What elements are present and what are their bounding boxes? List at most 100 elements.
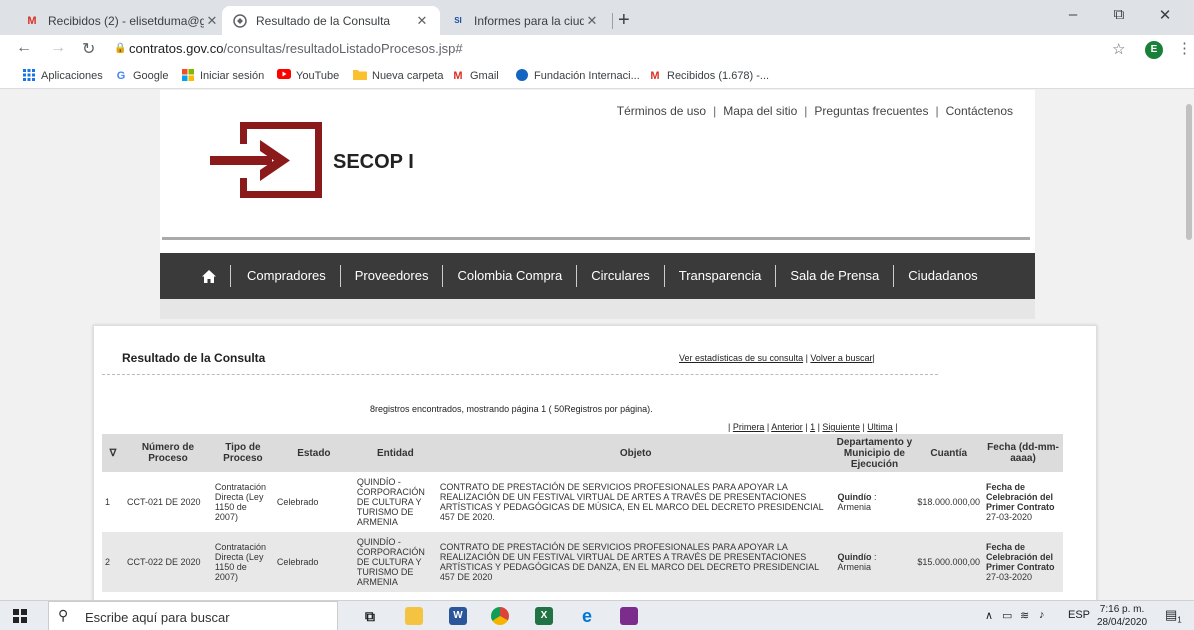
page-last[interactable]: Ultima: [867, 422, 893, 432]
nav-proveedores[interactable]: Proveedores: [355, 265, 444, 287]
tab-separator: [612, 13, 613, 29]
cell-numero[interactable]: CCT-021 DE 2020: [123, 472, 212, 532]
cell-estado: Celebrado: [273, 472, 354, 532]
close-window-button[interactable]: ✕: [1142, 6, 1188, 24]
minimize-button[interactable]: –: [1050, 6, 1096, 23]
tab-informes[interactable]: SI Informes para la ciudadanía ✕: [440, 6, 610, 35]
col-entidad[interactable]: Entidad: [353, 434, 437, 472]
nav-ciudadanos[interactable]: Ciudadanos: [908, 265, 991, 287]
clock-time: 7:16 p. m.: [1099, 604, 1145, 615]
nav-transparencia[interactable]: Transparencia: [679, 265, 777, 287]
tray-chevron-icon[interactable]: ∧: [985, 609, 993, 622]
task-view-icon[interactable]: ⧉: [361, 607, 379, 625]
wifi-icon[interactable]: ≋: [1020, 609, 1029, 622]
start-windows-icon[interactable]: [13, 609, 27, 623]
cell-departamento: Quindío : Armenia: [834, 532, 915, 592]
menu-kebab-icon[interactable]: ⋮: [1177, 39, 1192, 57]
bookmark-iniciar-sesion[interactable]: Iniciar sesión: [181, 69, 264, 83]
back-to-search-link[interactable]: Volver a buscar: [810, 353, 872, 363]
bookmark-fundacion[interactable]: Fundación Internaci...: [515, 69, 640, 83]
lock-icon[interactable]: 🔒: [114, 43, 126, 54]
close-tab-icon[interactable]: ✕: [204, 13, 220, 29]
notification-count: 1: [1177, 615, 1182, 625]
table-row[interactable]: 1 CCT-021 DE 2020 Contratación Directa (…: [102, 472, 1063, 532]
cell-depto: Quindío: [837, 492, 872, 502]
apps-grid-icon: [22, 69, 36, 83]
secop-logo-icon[interactable]: [210, 120, 330, 205]
clock-date: 28/04/2020: [1097, 617, 1148, 628]
nav-colombia-compra[interactable]: Colombia Compra: [457, 265, 578, 287]
col-objeto[interactable]: Objeto: [436, 434, 835, 472]
col-fecha[interactable]: Fecha (dd-mm-aaaa): [982, 434, 1063, 472]
col-estado[interactable]: Estado: [273, 434, 354, 472]
gmail-icon: M: [650, 70, 660, 82]
bookmark-gmail[interactable]: M Gmail: [451, 69, 498, 83]
address-bar[interactable]: contratos.gov.co/consultas/resultadoList…: [129, 41, 463, 56]
language-indicator[interactable]: ESP: [1068, 609, 1090, 621]
bookmark-apps[interactable]: Aplicaciones: [22, 69, 103, 83]
page-scrollbar[interactable]: [1184, 90, 1194, 600]
page-next[interactable]: Siguiente: [822, 422, 860, 432]
winrar-icon[interactable]: [620, 607, 638, 625]
taskbar-clock[interactable]: 7:16 p. m. 28/04/2020: [1097, 603, 1147, 629]
bookmark-recibidos[interactable]: M Recibidos (1.678) -...: [648, 69, 769, 83]
bookmark-youtube[interactable]: YouTube: [277, 69, 339, 83]
bookmark-label: Google: [133, 70, 169, 82]
link-mapa[interactable]: Mapa del sitio: [723, 104, 797, 118]
site-header: Términos de uso | Mapa del sitio | Preguntas…: [160, 90, 1035, 318]
link-preguntas[interactable]: Preguntas frecuentes: [814, 104, 928, 118]
nav-circulares[interactable]: Circulares: [591, 265, 665, 287]
file-explorer-icon[interactable]: [405, 607, 423, 625]
search-icon: ⚲: [58, 607, 69, 623]
bookmark-google[interactable]: G Google: [114, 69, 169, 83]
battery-icon[interactable]: ▭: [1002, 609, 1012, 622]
word-icon[interactable]: W: [449, 607, 467, 625]
cell-numero[interactable]: CCT-022 DE 2020: [123, 532, 212, 592]
cell-estado: Celebrado: [273, 532, 354, 592]
col-departamento[interactable]: Departamento y Municipio de Ejecución: [834, 434, 915, 472]
table-row[interactable]: 2 CCT-022 DE 2020 Contratación Directa (…: [102, 532, 1063, 592]
page-first[interactable]: Primera: [733, 422, 765, 432]
restore-button[interactable]: ⧉: [1096, 6, 1142, 23]
back-icon[interactable]: ←: [16, 39, 32, 57]
link-contactenos[interactable]: Contáctenos: [946, 104, 1013, 118]
windows-icon: [181, 69, 195, 83]
page-current[interactable]: 1: [810, 422, 815, 432]
link-terminos[interactable]: Términos de uso: [617, 104, 706, 118]
bookmark-nueva-carpeta[interactable]: Nueva carpeta: [353, 69, 444, 83]
chrome-icon[interactable]: [491, 607, 509, 625]
tab-resultado[interactable]: Resultado de la Consulta ✕: [222, 6, 440, 35]
home-icon[interactable]: [202, 265, 231, 287]
close-tab-icon[interactable]: ✕: [414, 13, 430, 29]
col-tipo[interactable]: Tipo de Proceso: [211, 434, 274, 472]
taskbar-search[interactable]: ⚲ Escribe aquí para buscar: [48, 601, 338, 630]
forward-icon[interactable]: →: [50, 39, 66, 57]
url-path: /consultas/resultadoListadoProcesos.jsp#: [223, 41, 463, 56]
close-tab-icon[interactable]: ✕: [584, 13, 600, 29]
sort-icon[interactable]: ∇: [102, 434, 124, 472]
col-numero[interactable]: Número de Proceso: [123, 434, 212, 472]
new-tab-button[interactable]: +: [618, 9, 630, 32]
nav-sala-de-prensa[interactable]: Sala de Prensa: [790, 265, 895, 287]
tab-title: Resultado de la Consulta: [256, 13, 391, 28]
edge-icon[interactable]: e: [578, 607, 596, 625]
cell-entidad: QUINDÍO - CORPORACIÓN DE CULTURA Y TURIS…: [353, 532, 437, 592]
cell-objeto: CONTRATO DE PRESTACIÓN DE SERVICIOS PROF…: [436, 532, 835, 592]
tab-gmail[interactable]: M Recibidos (2) - elisetduma@gma ✕: [14, 6, 230, 35]
stats-link[interactable]: Ver estadísticas de su consulta: [679, 353, 803, 363]
cell-depto: Quindío: [837, 552, 872, 562]
bookmark-star-icon[interactable]: ☆: [1112, 40, 1125, 58]
excel-icon[interactable]: X: [535, 607, 553, 625]
reload-icon[interactable]: ↻: [82, 39, 95, 59]
page-prev[interactable]: Anterior: [771, 422, 803, 432]
volume-icon[interactable]: ♪: [1039, 609, 1045, 621]
profile-avatar[interactable]: E: [1145, 41, 1163, 59]
cell-objeto: CONTRATO DE PRESTACIÓN DE SERVICIOS PROF…: [436, 472, 835, 532]
nav-compradores[interactable]: Compradores: [247, 265, 341, 287]
notification-icon[interactable]: ▤1: [1165, 607, 1182, 625]
sies-icon: SI: [454, 16, 462, 25]
youtube-icon: [277, 69, 291, 83]
scrollbar-thumb[interactable]: [1186, 104, 1192, 240]
google-icon: G: [116, 70, 126, 82]
col-cuantia[interactable]: Cuantía: [914, 434, 983, 472]
